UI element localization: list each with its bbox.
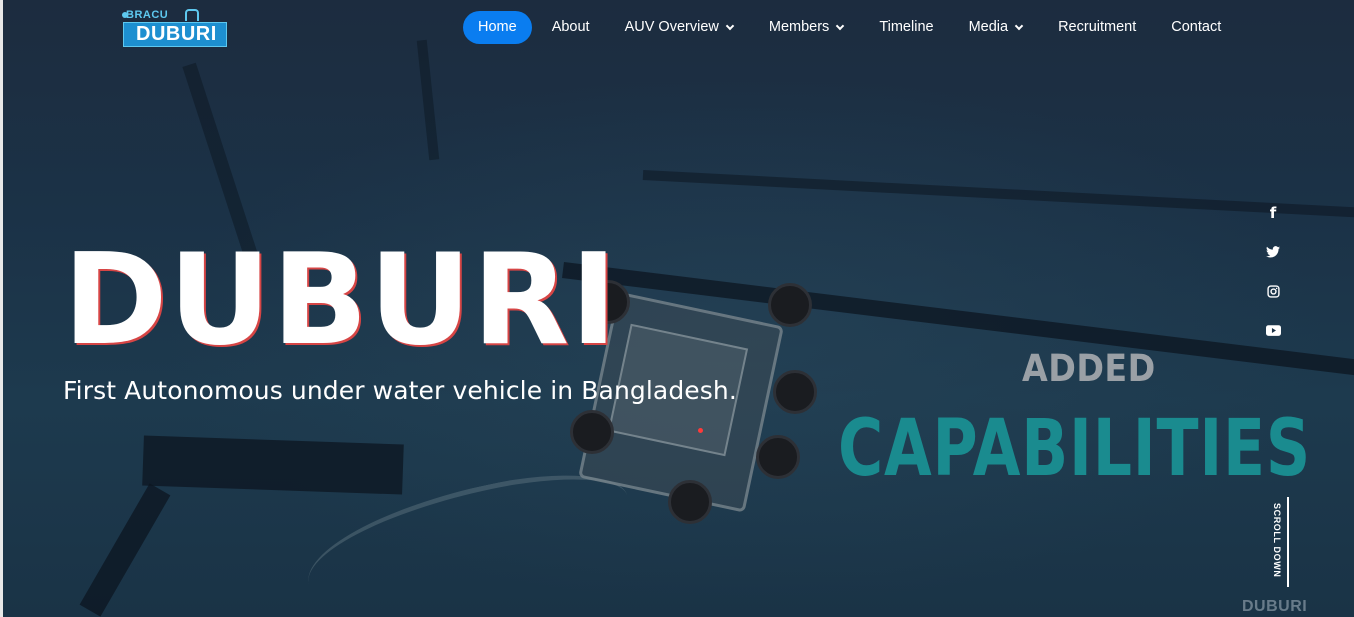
nav-media[interactable]: Media [969, 11, 1024, 44]
scroll-down-label: SCROLL DOWN [1272, 503, 1282, 578]
video-watermark: DUBURI [1242, 598, 1308, 615]
chevron-down-icon [1014, 21, 1024, 30]
hero-title: DUBURI [63, 226, 619, 373]
chevron-down-icon [836, 21, 845, 30]
logo[interactable]: BRACU DUBURI [122, 9, 228, 49]
twitter-icon[interactable] [1262, 242, 1284, 262]
nav-contact[interactable]: Contact [1171, 11, 1221, 44]
nav-timeline[interactable]: Timeline [879, 11, 933, 44]
nav-about[interactable]: About [552, 11, 590, 44]
video-overlay-line2: CAPABILITIES [838, 404, 1312, 494]
hero-subtitle: First Autonomous under water vehicle in … [63, 376, 737, 405]
main-menu: Home About AUV Overview Members Timeline… [463, 11, 1221, 44]
navbar: BRACU DUBURI Home About AUV Overview Mem… [0, 0, 1354, 56]
logo-top-text: BRACU [126, 9, 169, 21]
nav-recruitment[interactable]: Recruitment [1058, 11, 1136, 44]
nav-auv-overview[interactable]: AUV Overview [625, 11, 735, 44]
facebook-icon[interactable]: f [1262, 203, 1284, 223]
social-links: f [1262, 203, 1284, 359]
scroll-down-line [1287, 497, 1289, 587]
youtube-icon[interactable] [1262, 320, 1284, 340]
scroll-down-indicator[interactable]: SCROLL DOWN [1266, 497, 1289, 587]
nav-home[interactable]: Home [463, 11, 532, 44]
video-overlay-line1: ADDED [1022, 347, 1156, 390]
nav-members[interactable]: Members [769, 11, 845, 44]
instagram-icon[interactable] [1262, 281, 1284, 301]
logo-main-text: DUBURI [136, 23, 217, 45]
chevron-down-icon [725, 21, 735, 30]
